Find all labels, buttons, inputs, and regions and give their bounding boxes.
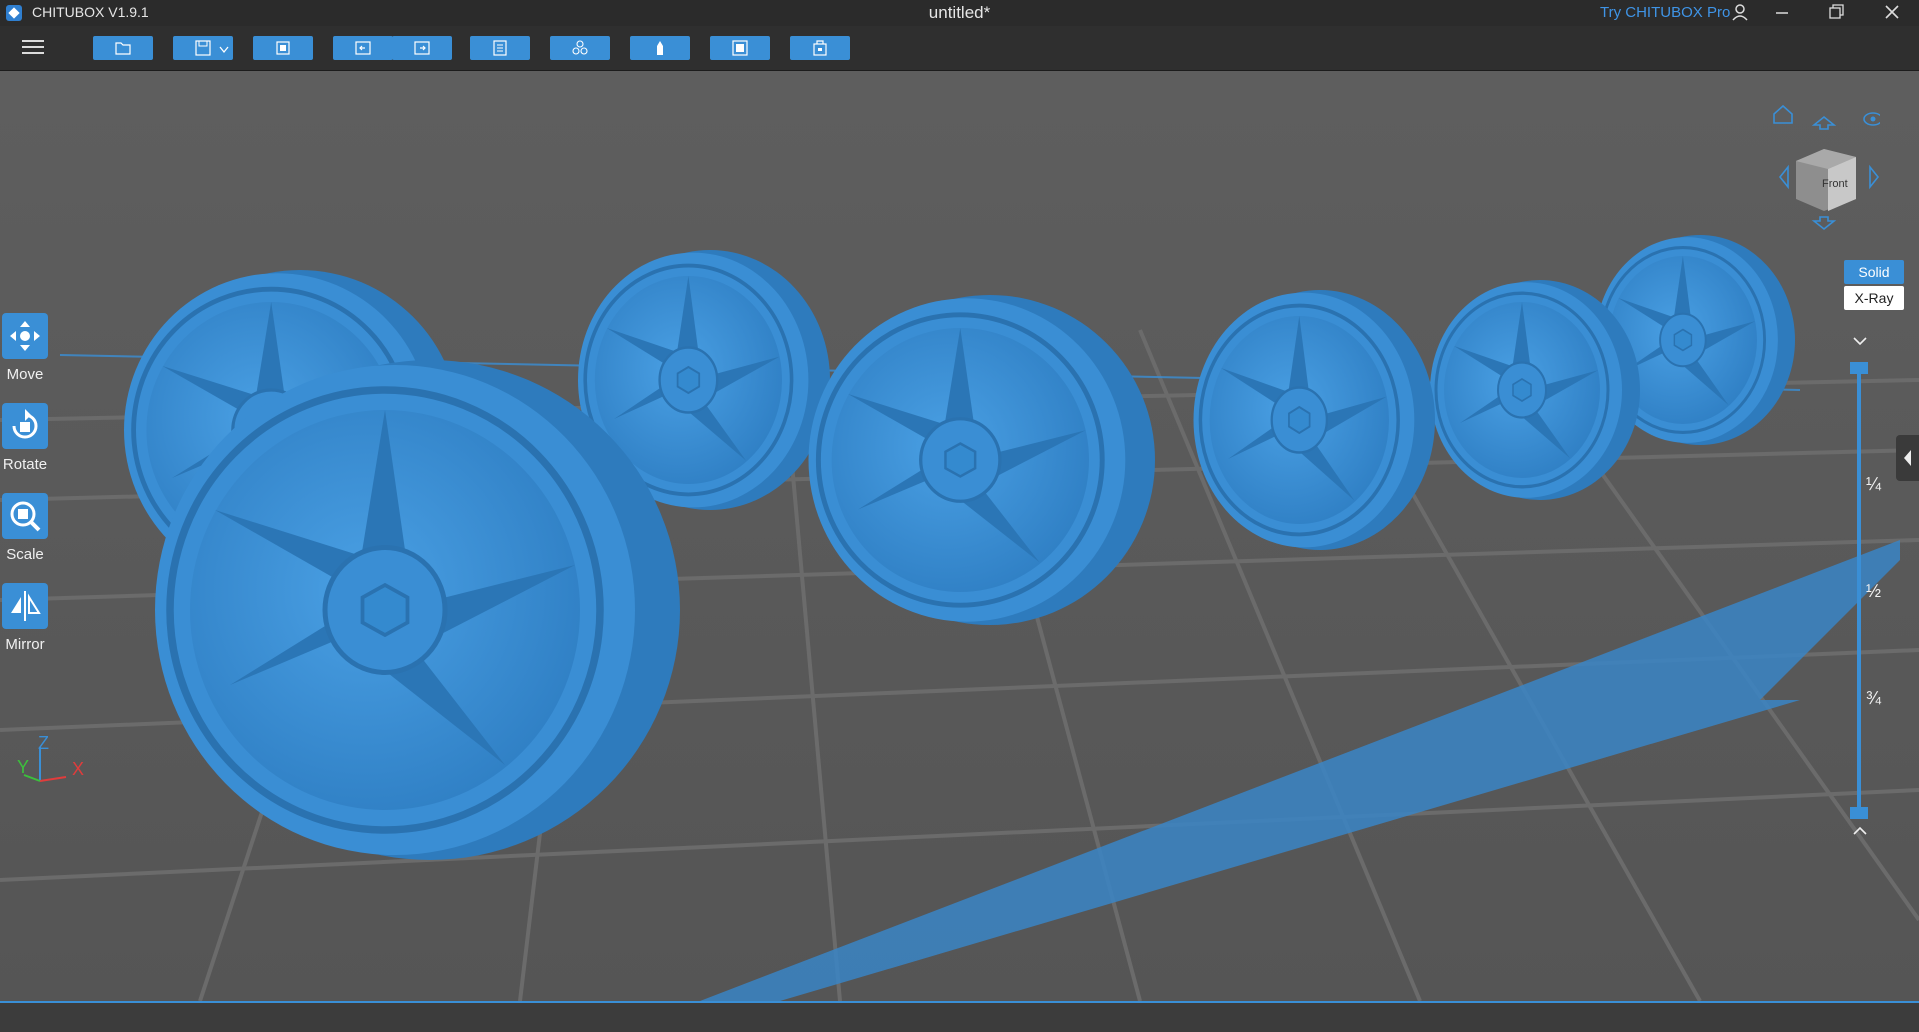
fit-view-button[interactable]	[253, 36, 313, 60]
xray-mode-button[interactable]: X-Ray	[1844, 286, 1904, 310]
scale-icon	[2, 493, 48, 539]
move-icon	[2, 313, 48, 359]
layer-slider-track[interactable]	[1857, 371, 1861, 819]
right-panel-toggle[interactable]	[1896, 435, 1919, 481]
wheel-model[interactable]	[155, 360, 680, 860]
title-bar: CHITUBOX V1.9.1 untitled* Try CHITUBOX P…	[0, 0, 1919, 26]
redo-button[interactable]	[392, 36, 452, 60]
slice-button[interactable]	[790, 36, 850, 60]
save-button[interactable]	[173, 36, 233, 60]
mirror-tool[interactable]: Mirror	[2, 583, 48, 653]
chevron-down-icon	[219, 46, 229, 54]
home-icon[interactable]	[1773, 104, 1793, 124]
rotate-icon	[2, 403, 48, 449]
slider-half-mark: ½	[1866, 581, 1882, 601]
solid-mode-button[interactable]: Solid	[1844, 260, 1904, 284]
view-left-arrow-icon[interactable]	[1778, 164, 1789, 190]
settings-icon	[493, 40, 507, 56]
chevron-left-icon	[1904, 450, 1911, 466]
slider-three-quarter-mark: ¾	[1866, 688, 1882, 708]
try-pro-link[interactable]: Try CHITUBOX Pro	[1600, 4, 1730, 21]
open-file-button[interactable]	[93, 36, 153, 60]
view-cube-face-label: Front	[1822, 178, 1848, 190]
x-axis-label: X	[72, 759, 85, 779]
hollow-button[interactable]	[710, 36, 770, 60]
fit-icon	[276, 41, 290, 55]
rotate-tool[interactable]: Rotate	[2, 403, 48, 473]
wheel-model[interactable]	[1191, 288, 1437, 552]
scale-label: Scale	[6, 546, 44, 563]
support-icon	[657, 41, 663, 55]
hamburger-menu-button[interactable]	[22, 38, 44, 56]
view-navigator[interactable]	[1760, 99, 1880, 239]
3d-viewport[interactable]: Move Rotate Scale Mirror Front Solid X-R…	[0, 71, 1919, 1001]
view-up-arrow-icon[interactable]	[1811, 115, 1837, 130]
move-tool[interactable]: Move	[2, 313, 48, 383]
slider-expand-icon[interactable]	[1848, 823, 1872, 839]
undo-button[interactable]	[333, 36, 393, 60]
view-right-arrow-icon[interactable]	[1869, 164, 1880, 190]
hollow-icon	[732, 40, 748, 56]
user-icon[interactable]	[1718, 0, 1762, 26]
slider-collapse-icon[interactable]	[1848, 333, 1872, 349]
scale-tool[interactable]: Scale	[2, 493, 48, 563]
main-toolbar	[0, 26, 1919, 71]
status-bar	[0, 1001, 1919, 1032]
settings-button[interactable]	[470, 36, 530, 60]
close-button[interactable]	[1870, 0, 1914, 26]
wheel-model[interactable]	[809, 295, 1156, 625]
z-axis-label: Z	[38, 733, 49, 753]
arrange-icon	[572, 40, 588, 55]
y-axis-label: Y	[17, 757, 30, 777]
view-down-arrow-icon[interactable]	[1811, 216, 1837, 231]
move-label: Move	[6, 366, 44, 383]
mirror-label: Mirror	[5, 636, 45, 653]
eye-icon[interactable]	[1863, 112, 1880, 126]
minimize-button[interactable]	[1760, 0, 1804, 26]
redo-icon	[414, 41, 430, 55]
wheel-model[interactable]	[1428, 278, 1642, 502]
mirror-icon	[2, 583, 48, 629]
slice-icon	[813, 40, 827, 56]
layer-slider-bottom-handle[interactable]	[1850, 807, 1868, 819]
undo-icon	[355, 41, 371, 55]
slider-quarter-mark: ¼	[1866, 474, 1882, 494]
arrange-button[interactable]	[550, 36, 610, 60]
layer-slider-top-handle[interactable]	[1850, 362, 1868, 374]
save-icon	[195, 40, 211, 56]
rotate-label: Rotate	[2, 456, 48, 473]
restore-button[interactable]	[1814, 0, 1858, 26]
scene-canvas[interactable]	[0, 71, 1919, 1001]
support-button[interactable]	[630, 36, 690, 60]
folder-icon	[115, 42, 131, 55]
